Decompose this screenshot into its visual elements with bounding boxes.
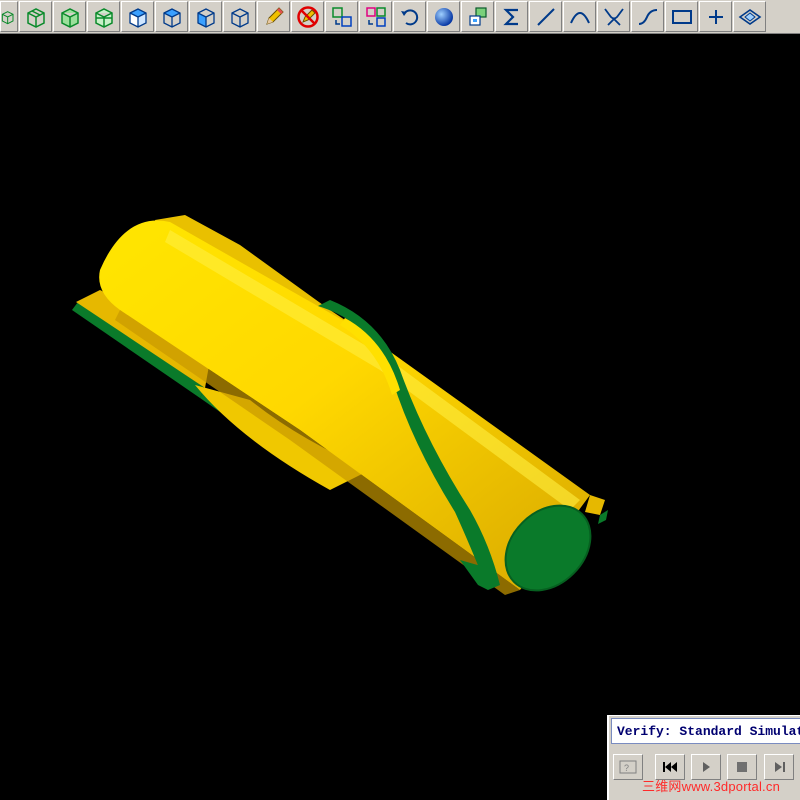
toolbar-button-side-view[interactable]	[223, 1, 256, 32]
toolbar-button-group[interactable]	[461, 1, 494, 32]
stop-icon	[737, 762, 747, 772]
toolbar-button-rectangle[interactable]	[665, 1, 698, 32]
line-icon	[536, 7, 555, 26]
group-icon	[468, 6, 487, 26]
shaded-cube-icon	[94, 7, 113, 28]
fillet-icon	[603, 7, 624, 26]
toolbar-button-pencil[interactable]	[257, 1, 290, 32]
wireframe-cube-icon	[1, 10, 14, 24]
sphere-icon	[434, 7, 453, 26]
verify-help-button[interactable]: ?	[613, 754, 643, 780]
toolbar-button-top-view[interactable]	[155, 1, 188, 32]
toolbar-button-sum[interactable]	[495, 1, 528, 32]
hidden-line-cube-icon	[60, 7, 79, 28]
toolbar-button-iso-view[interactable]	[121, 1, 154, 32]
point-plus-icon	[708, 9, 723, 24]
toolbar-button-front-view[interactable]	[189, 1, 222, 32]
side-view-cube-icon	[230, 7, 249, 28]
simulated-part-model	[72, 215, 608, 595]
main-toolbar	[0, 0, 800, 34]
translate-icon	[331, 6, 352, 27]
toolbar-button-spline[interactable]	[631, 1, 664, 32]
toolbar-button-wireframe-partial[interactable]	[0, 1, 18, 32]
toolbar-button-no-draw[interactable]	[291, 1, 324, 32]
rectangle-icon	[671, 9, 692, 24]
rewind-icon	[663, 762, 677, 772]
graphics-viewport[interactable]	[0, 50, 800, 800]
plane-icon	[738, 8, 761, 25]
play-icon	[703, 762, 710, 772]
toolbar-button-hidden-line[interactable]	[53, 1, 86, 32]
toolbar-button-point[interactable]	[699, 1, 732, 32]
toolbar-button-wireframe[interactable]	[19, 1, 52, 32]
toolbar-button-rotate[interactable]	[393, 1, 426, 32]
toolbar-button-shaded[interactable]	[87, 1, 120, 32]
toolbar-button-line[interactable]	[529, 1, 562, 32]
watermark-text: 三维网www.3dportal.cn	[642, 779, 780, 794]
toolbar-button-arc[interactable]	[563, 1, 596, 32]
svg-text:?: ?	[624, 763, 629, 773]
verify-panel-title: Verify: Standard Simulation	[611, 718, 800, 744]
help-icon: ?	[619, 760, 637, 774]
top-view-cube-icon	[162, 7, 181, 28]
wireframe-cube-icon	[26, 7, 45, 28]
rotate-icon	[400, 8, 418, 25]
step-forward-icon	[775, 762, 785, 772]
pencil-icon	[265, 6, 284, 25]
toolbar-button-plane[interactable]	[733, 1, 766, 32]
toolbar-button-fillet[interactable]	[597, 1, 630, 32]
toolbar-button-copy-translate[interactable]	[359, 1, 392, 32]
front-shoulder-yellow	[585, 495, 605, 515]
front-view-cube-icon	[196, 7, 215, 28]
sigma-icon	[502, 8, 518, 25]
iso-view-cube-icon	[128, 7, 147, 28]
toolbar-button-sphere[interactable]	[427, 1, 460, 32]
arc-icon	[569, 11, 590, 23]
spline-icon	[638, 8, 657, 25]
copy-translate-icon	[365, 6, 386, 27]
no-draw-icon	[296, 5, 319, 28]
toolbar-button-translate[interactable]	[325, 1, 358, 32]
